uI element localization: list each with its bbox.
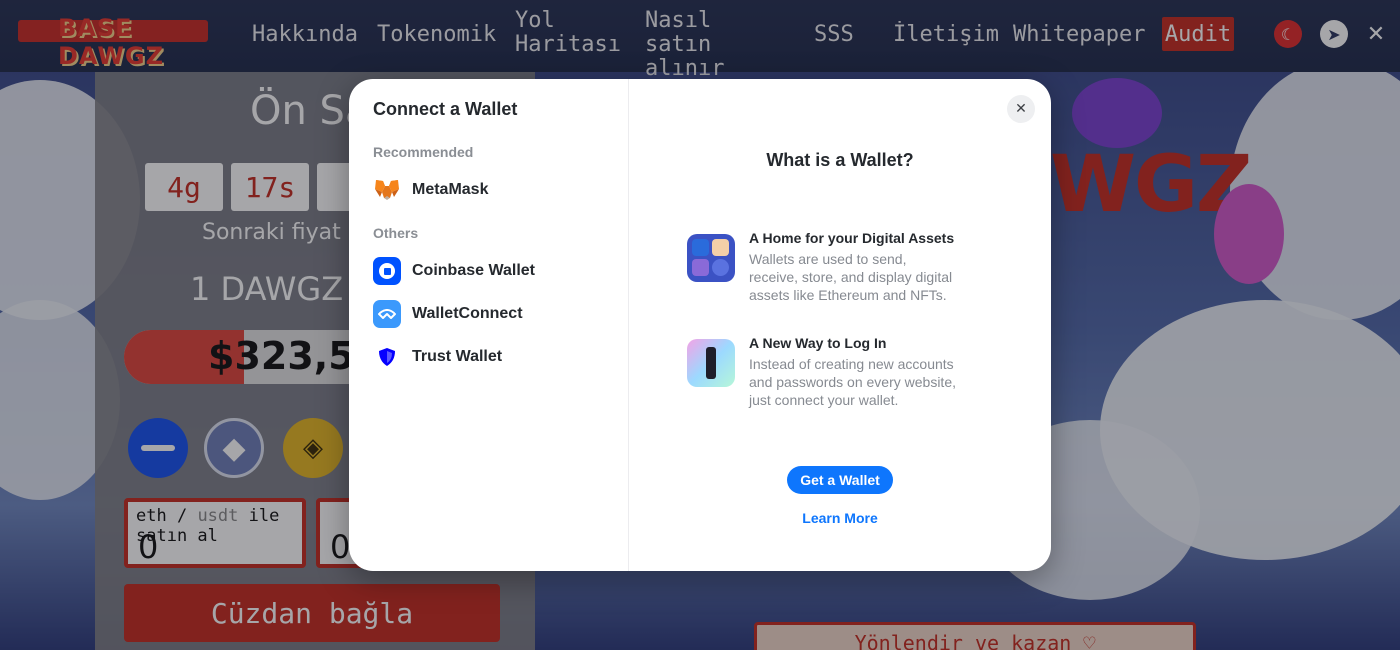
info-heading: A New Way to Log In <box>749 335 887 351</box>
info-title: What is a Wallet? <box>766 150 914 170</box>
digital-assets-icon <box>687 234 735 282</box>
wallet-name: WalletConnect <box>412 305 523 322</box>
wallet-name: Trust Wallet <box>412 348 503 365</box>
modal-title: Connect a Wallet <box>373 99 518 119</box>
info-description: Instead of creating new accounts and pas… <box>749 356 956 408</box>
trust-wallet-icon <box>373 343 401 371</box>
walletconnect-icon <box>373 300 401 328</box>
wallet-option-metamask[interactable]: MetaMask <box>369 170 604 210</box>
wallet-group-title: Recommended <box>373 144 474 160</box>
connect-wallet-modal: Connect a Wallet Recommended MetaMask Ot… <box>349 79 1051 571</box>
metamask-icon <box>373 176 401 204</box>
wallet-name: Coinbase Wallet <box>412 262 535 279</box>
close-modal-button[interactable]: ✕ <box>1007 95 1035 123</box>
info-new-login: A New Way to Log In Instead of creating … <box>687 335 957 409</box>
login-key-icon <box>687 339 735 387</box>
get-a-wallet-button[interactable]: Get a Wallet <box>787 466 893 494</box>
wallet-info-pane: ✕ What is a Wallet? A Home for your Digi… <box>629 79 1051 571</box>
wallet-option-trust[interactable]: Trust Wallet <box>369 337 604 377</box>
wallet-name: MetaMask <box>412 181 489 198</box>
info-description: Wallets are used to send, receive, store… <box>749 251 953 303</box>
learn-more-link[interactable]: Learn More <box>629 510 1051 526</box>
info-digital-assets: A Home for your Digital Assets Wallets a… <box>687 230 957 304</box>
wallet-option-walletconnect[interactable]: WalletConnect <box>369 294 604 334</box>
close-icon: ✕ <box>1015 101 1027 117</box>
coinbase-icon <box>373 257 401 285</box>
wallet-option-coinbase[interactable]: Coinbase Wallet <box>369 251 604 291</box>
info-heading: A Home for your Digital Assets <box>749 230 955 246</box>
wallet-list-pane: Connect a Wallet Recommended MetaMask Ot… <box>349 79 629 571</box>
wallet-group-title: Others <box>373 225 419 241</box>
